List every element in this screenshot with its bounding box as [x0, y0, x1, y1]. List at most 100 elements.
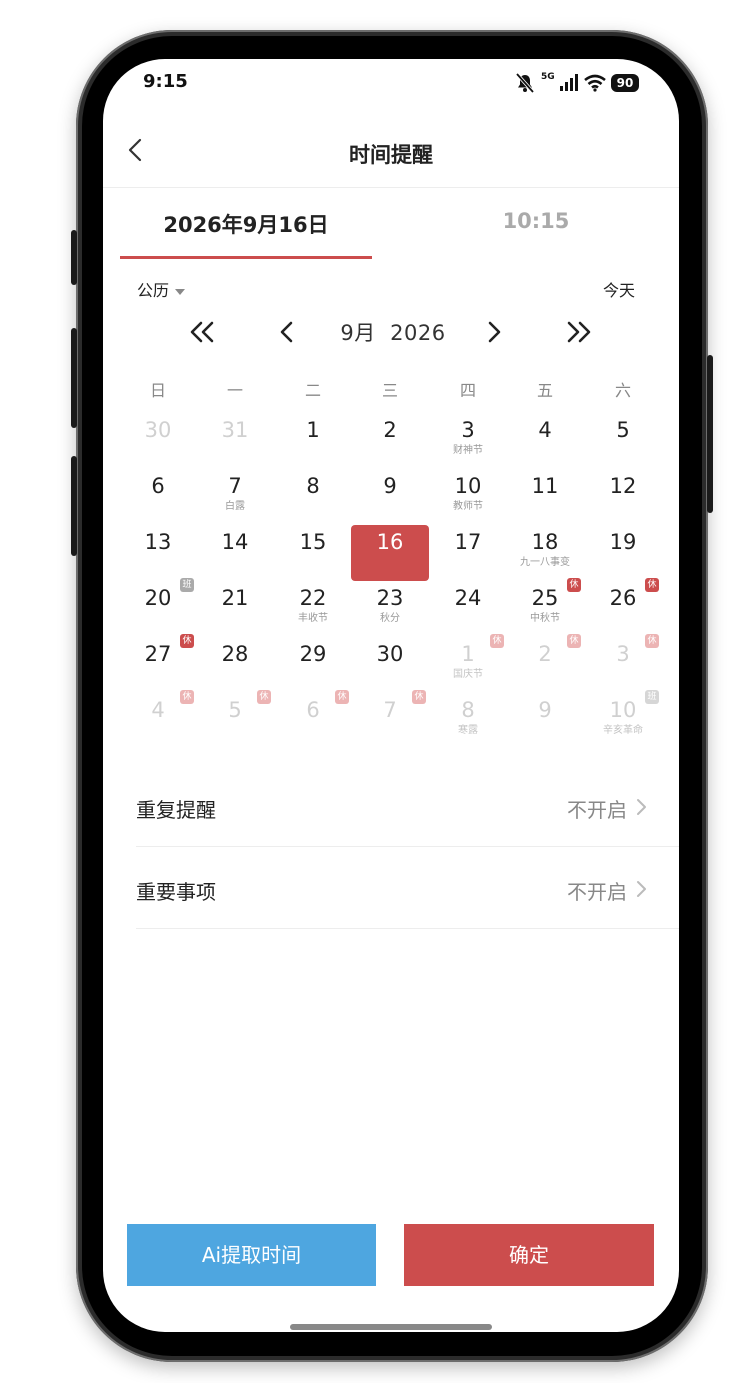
day-festival-label: 财神节: [453, 445, 483, 456]
day-festival-label: 辛亥革命: [603, 725, 643, 736]
day-festival-label: 丰收节: [298, 613, 328, 624]
calendar-day[interactable]: 2: [351, 417, 429, 473]
holiday-badge: 休: [335, 690, 349, 704]
calendar-day[interactable]: 9: [506, 697, 584, 753]
calendar-day[interactable]: 30: [351, 641, 429, 697]
day-number: 24: [454, 586, 482, 610]
calendar-day[interactable]: 4休: [119, 690, 197, 753]
calendar-day[interactable]: 4: [506, 417, 584, 473]
mute-bell-icon: [515, 72, 535, 94]
holiday-badge: 休: [490, 634, 504, 648]
tab-time[interactable]: 10:15: [411, 209, 661, 233]
calendar-day[interactable]: 31: [196, 417, 274, 473]
calendar-day[interactable]: 9: [351, 473, 429, 529]
status-time: 9:15: [143, 71, 188, 92]
workday-badge: 班: [645, 690, 659, 704]
day-number: 10: [454, 474, 482, 498]
day-number: 2: [383, 418, 397, 442]
day-festival-label: 寒露: [458, 725, 478, 736]
today-button[interactable]: 今天: [603, 277, 635, 301]
holiday-badge: 休: [645, 634, 659, 648]
calendar-day[interactable]: 7 白露: [196, 473, 274, 529]
calendar-day[interactable]: 3 财神节: [429, 417, 507, 473]
day-festival-label: 秋分: [380, 613, 400, 624]
day-number: 9: [383, 474, 397, 498]
calendar-day[interactable]: 13: [119, 529, 197, 585]
calendar-day[interactable]: 3休: [584, 634, 662, 697]
calendar-day[interactable]: 25 中秋节休: [506, 578, 584, 641]
next-month-icon[interactable]: [474, 317, 514, 347]
caret-down-icon: [175, 288, 186, 295]
calendar-day[interactable]: 8: [274, 473, 352, 529]
network-type: 5G: [541, 72, 555, 82]
calendar-type-select[interactable]: 公历: [137, 277, 186, 301]
prev-month-icon[interactable]: [267, 317, 307, 347]
calendar-day[interactable]: 17: [429, 529, 507, 585]
prev-year-icon[interactable]: [183, 317, 223, 347]
calendar-day[interactable]: 23 秋分: [351, 585, 429, 641]
calendar-day[interactable]: 5: [584, 417, 662, 473]
calendar-day[interactable]: 1 国庆节休: [429, 634, 507, 697]
tab-date[interactable]: 2026年9月16日: [121, 209, 371, 239]
month-text: 9月: [340, 321, 376, 345]
day-number: 18: [531, 530, 559, 554]
day-festival-label: 国庆节: [453, 669, 483, 680]
calendar-day[interactable]: 6: [119, 473, 197, 529]
day-number: 3: [461, 418, 475, 442]
calendar-day[interactable]: 6休: [274, 690, 352, 753]
calendar-day[interactable]: 14: [196, 529, 274, 585]
calendar-day[interactable]: 27 休: [119, 634, 197, 697]
weekday-label: 日: [149, 381, 166, 400]
calendar-day[interactable]: 22 丰收节: [274, 585, 352, 641]
calendar-day[interactable]: 15: [274, 529, 352, 585]
row-divider: [136, 846, 679, 847]
calendar-day[interactable]: 28: [196, 641, 274, 697]
calendar-day[interactable]: 21: [196, 585, 274, 641]
signal-icon: [559, 74, 578, 91]
ai-extract-time-button[interactable]: Ai提取时间: [127, 1224, 376, 1286]
calendar-day[interactable]: 10 教师节: [429, 473, 507, 529]
calendar-day[interactable]: 30: [119, 417, 197, 473]
day-festival-label: 中秋节: [530, 613, 560, 624]
calendar-day[interactable]: 2休: [506, 634, 584, 697]
mute-switch: [71, 230, 77, 285]
calendar-day[interactable]: 1: [274, 417, 352, 473]
day-number: 30: [144, 418, 172, 442]
day-number: 9: [538, 698, 552, 722]
next-year-icon[interactable]: [558, 317, 598, 347]
day-number: 28: [221, 642, 249, 666]
calendar-day[interactable]: 26 休: [584, 578, 662, 641]
calendar-day[interactable]: 29: [274, 641, 352, 697]
volume-down-button: [71, 456, 77, 556]
calendar-day[interactable]: 12: [584, 473, 662, 529]
current-month-label: 9月 2026: [303, 317, 483, 347]
day-festival-label: 白露: [225, 501, 245, 512]
calendar-day[interactable]: 7休: [351, 690, 429, 753]
day-number: 11: [531, 474, 559, 498]
day-number: 15: [299, 530, 327, 554]
day-number: 13: [144, 530, 172, 554]
holiday-badge: 休: [567, 634, 581, 648]
weekday-label: 二: [304, 381, 321, 400]
day-number: 22: [299, 586, 327, 610]
calendar-day[interactable]: 5休: [196, 690, 274, 753]
active-tab-indicator: [120, 256, 372, 259]
calendar-day[interactable]: 19: [584, 529, 662, 585]
important-item-row[interactable]: 重要事项 不开启: [136, 849, 679, 929]
power-button: [707, 355, 713, 513]
calendar-day[interactable]: 11: [506, 473, 584, 529]
day-number: 4: [538, 418, 552, 442]
day-number: 12: [609, 474, 637, 498]
calendar-day[interactable]: 18 九一八事变: [506, 529, 584, 585]
repeat-reminder-row[interactable]: 重复提醒 不开启: [136, 767, 679, 847]
calendar-day-selected[interactable]: 16: [351, 525, 429, 581]
home-indicator: [290, 1324, 492, 1330]
weekday-label: 三: [381, 381, 398, 400]
calendar-day[interactable]: 10 辛亥革命班: [584, 690, 662, 753]
calendar-day[interactable]: 24: [429, 585, 507, 641]
day-festival-label: 教师节: [453, 501, 483, 512]
calendar-day[interactable]: 20 班: [119, 578, 197, 641]
calendar-day[interactable]: 8 寒露: [429, 697, 507, 753]
day-number: 8: [306, 474, 320, 498]
confirm-button[interactable]: 确定: [404, 1224, 654, 1286]
